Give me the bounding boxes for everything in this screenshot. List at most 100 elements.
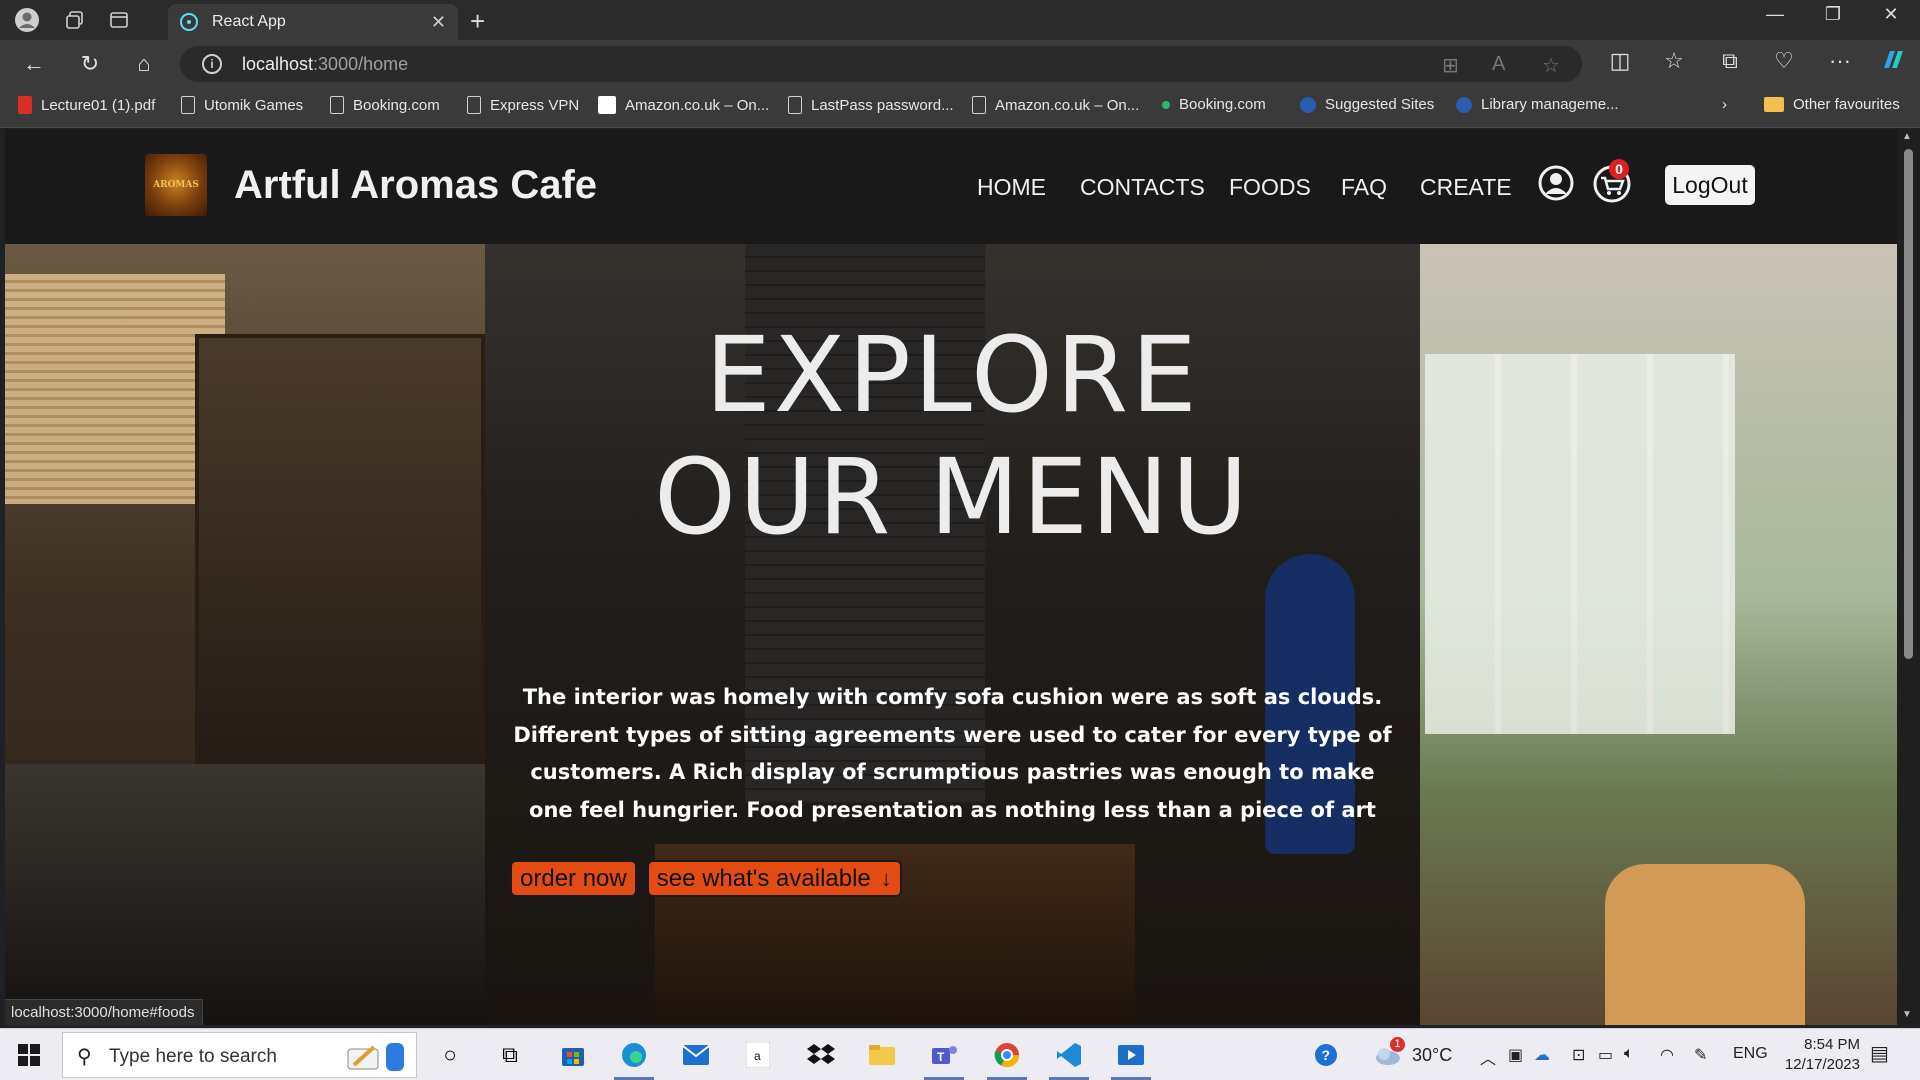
close-window-icon[interactable]: ✕ [1868,4,1914,25]
windows-start-icon[interactable] [18,1044,40,1066]
vscode-icon[interactable] [1053,1039,1085,1071]
copilot-icon[interactable] [1876,48,1910,78]
edge-icon[interactable] [618,1039,650,1071]
system-clock[interactable]: 8:54 PM 12/17/2023 [1768,1035,1860,1075]
tab-title: React App [212,13,286,30]
favorites-icon[interactable]: ☆ [1657,48,1691,74]
tab-react-app[interactable]: React App ✕ [168,4,458,40]
task-view-icon[interactable]: ⧉ [494,1039,526,1071]
scroll-down-icon[interactable]: ▼ [1902,1009,1912,1020]
weather-badge: 1 [1390,1037,1405,1052]
folder-icon [1764,97,1784,112]
link-hover-status: localhost:3000/home#foods [5,999,204,1025]
tray-display-icon[interactable]: ▭ [1598,1045,1613,1065]
brand-title[interactable]: Artful Aromas Cafe [234,163,597,208]
mail-icon[interactable] [680,1039,712,1071]
nav-home[interactable]: HOME [977,174,1046,201]
page-icon [972,96,986,114]
booking-icon [1162,100,1170,109]
search-highlight-icon [346,1039,406,1073]
show-hidden-icons-icon[interactable]: ︿ [1480,1045,1496,1069]
windows-taskbar: ⚲ Type here to search ○ ⧉ a T ? 1 30°C ︿… [0,1028,1920,1080]
bookmark-item[interactable]: Amazon.co.uk – On... [972,96,1139,114]
bookmark-item[interactable]: Amazon.co.uk – On... [598,96,769,114]
amazon-app-icon[interactable]: a [742,1039,774,1071]
bookmark-item[interactable]: Booking.com [330,96,440,114]
site-info-icon[interactable]: i [202,54,222,74]
bookmark-item[interactable]: LastPass password... [788,96,954,114]
svg-text:?: ? [1322,1047,1331,1063]
bookmark-item[interactable]: Express VPN [467,96,579,114]
nav-foods[interactable]: FOODS [1229,174,1311,201]
read-aloud-icon[interactable]: A [1492,53,1505,76]
user-profile-icon[interactable] [1538,165,1574,201]
tab-actions-icon[interactable] [104,6,134,34]
nav-faq[interactable]: FAQ [1341,174,1387,201]
url-text[interactable]: localhost:3000/home [242,54,408,75]
file-explorer-icon[interactable] [866,1039,898,1071]
onedrive-icon[interactable]: ☁ [1534,1045,1550,1065]
language-indicator[interactable]: ENG [1733,1045,1768,1063]
scroll-thumb[interactable] [1904,149,1913,659]
home-icon[interactable]: ⌂ [126,48,162,80]
help-icon[interactable]: ? [1310,1039,1342,1071]
cortana-icon[interactable]: ○ [434,1039,466,1071]
chrome-icon[interactable] [991,1039,1023,1071]
bookmark-item[interactable]: Utomik Games [181,96,303,114]
wifi-icon[interactable]: ◠ [1660,1045,1674,1065]
page-scrollbar[interactable]: ▲ ▼ [1897,129,1920,1025]
favorite-star-icon[interactable]: ☆ [1542,53,1560,78]
bookmarks-bar: Lecture01 (1).pdf Utomik Games Booking.c… [0,88,1920,128]
profile-icon[interactable] [12,6,42,34]
settings-more-icon[interactable]: ··· [1823,48,1857,74]
weather-temperature[interactable]: 30°C [1412,1045,1452,1066]
volume-icon[interactable]: 🔈︎ [1624,1045,1634,1063]
hero-description: The interior was homely with comfy sofa … [513,685,1392,822]
bookmark-item[interactable]: Booking.com [1162,96,1266,113]
cafe-logo[interactable]: AROMAS [145,154,207,216]
bookmark-item[interactable]: Library manageme... [1456,96,1619,113]
amazon-icon [598,96,616,114]
notifications-icon[interactable]: ▤ [1870,1041,1889,1066]
react-favicon-icon [180,13,198,31]
page-icon [467,96,481,114]
nav-contacts[interactable]: CONTACTS [1080,174,1205,201]
hero-heading: EXPLORE OUR MENU [654,314,1251,558]
bookmark-folder[interactable]: Other favourites [1764,96,1900,113]
split-screen-icon[interactable]: ◫ [1603,48,1637,74]
refresh-icon[interactable]: ↻ [72,48,108,80]
bookmark-item[interactable]: Suggested Sites [1300,96,1434,113]
new-tab-icon[interactable]: + [470,6,485,37]
app-available-icon[interactable]: ⊞ [1442,53,1459,78]
tray-device-icon[interactable]: ⊡ [1572,1045,1585,1065]
taskbar-search-input[interactable]: ⚲ Type here to search [62,1032,417,1078]
web-page: AROMAS Artful Aromas Cafe HOME CONTACTS … [5,129,1897,1025]
pen-icon[interactable]: ✎ [1694,1045,1707,1065]
scroll-up-icon[interactable]: ▲ [1902,131,1912,142]
close-tab-icon[interactable]: ✕ [431,12,446,33]
teams-icon[interactable]: T [928,1039,960,1071]
minimize-icon[interactable]: — [1752,4,1798,25]
suggested-sites-icon [1300,96,1316,113]
arrow-down-icon: ↓ [880,865,892,891]
microsoft-store-icon[interactable] [557,1039,589,1071]
svg-text:T: T [937,1050,945,1064]
media-player-icon[interactable] [1115,1039,1147,1071]
see-available-button[interactable]: see what's available ↓ [646,860,902,897]
performance-icon[interactable]: ♡ [1767,48,1801,74]
nav-create[interactable]: CREATE [1420,174,1512,201]
hero-section: EXPLORE OUR MENU The interior was homely… [5,244,1897,1025]
back-icon[interactable]: ← [16,48,52,80]
address-toolbar: ← ↻ ⌂ i localhost:3000/home ⊞ A ☆ ◫ ☆ ⧉ … [0,40,1920,88]
page-icon [181,96,195,114]
logout-button[interactable]: LogOut [1665,165,1755,205]
dropbox-icon[interactable] [805,1039,837,1071]
bookmarks-overflow-icon[interactable]: › [1722,96,1727,113]
bookmark-item[interactable]: Lecture01 (1).pdf [18,96,155,114]
restore-icon[interactable]: ❐ [1810,4,1856,25]
collections-icon[interactable]: ⧉ [1713,48,1747,74]
address-bar[interactable]: i localhost:3000/home ⊞ A ☆ [180,46,1582,82]
workspaces-icon[interactable] [60,6,90,34]
order-now-button[interactable]: order now [510,860,637,897]
tray-app-icon[interactable]: ▣ [1508,1045,1523,1065]
